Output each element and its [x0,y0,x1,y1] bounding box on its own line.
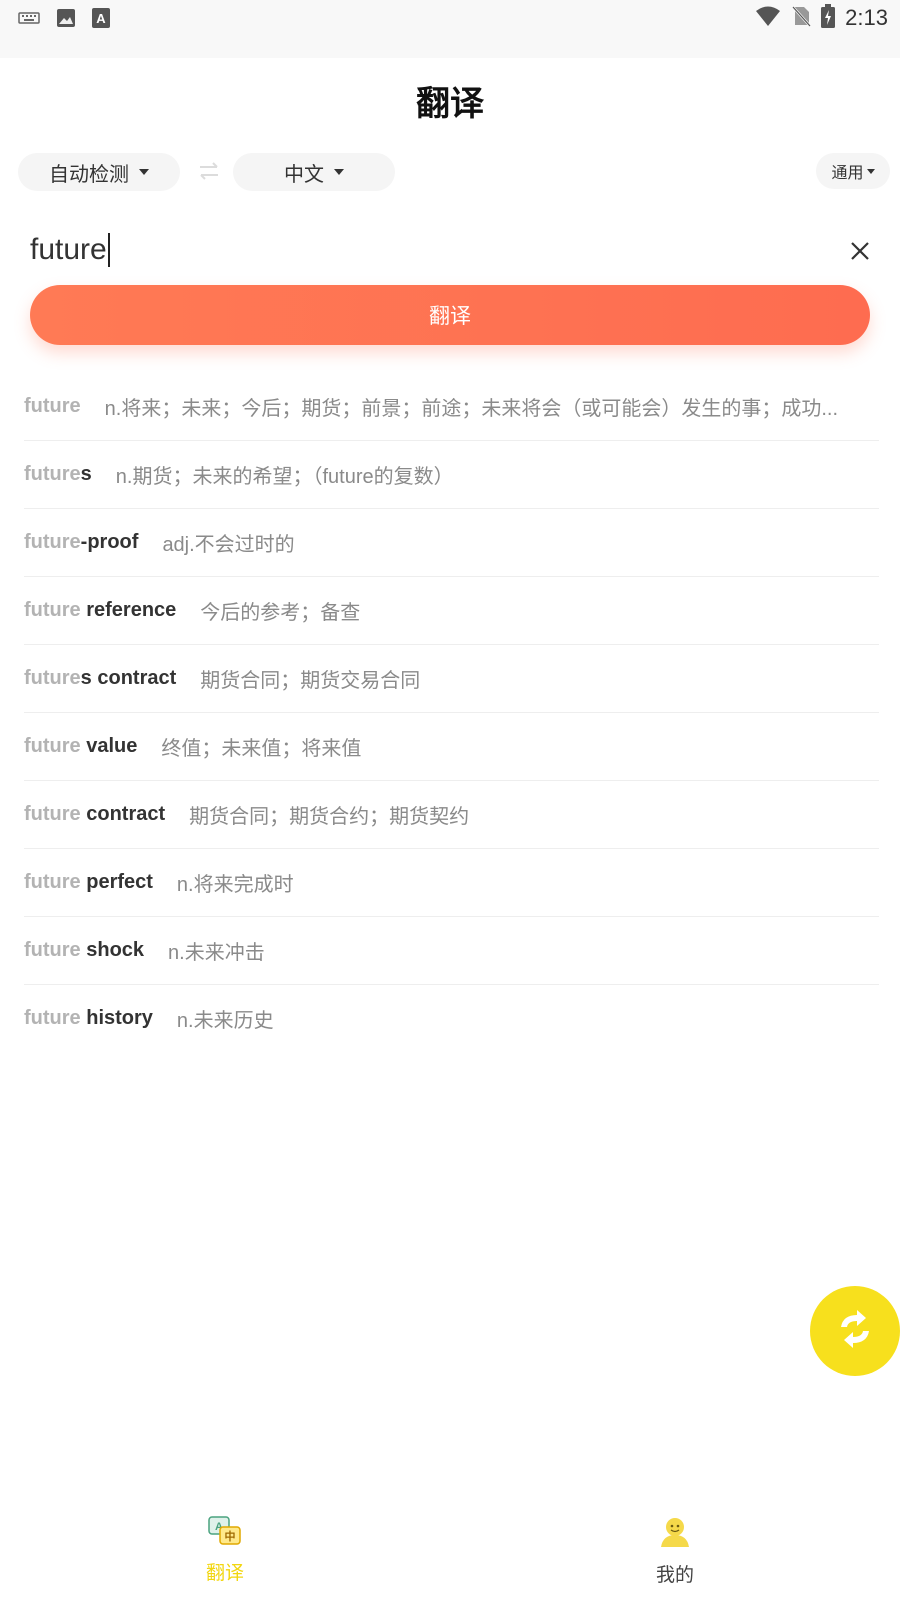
swap-arrows-icon[interactable] [196,158,222,184]
svg-text:A: A [96,11,106,26]
no-sim-icon [791,5,812,31]
image-icon [56,8,76,32]
suggestion-row[interactable]: future perfect n.将来完成时 [24,849,879,917]
mode-dropdown[interactable]: 通用 [816,153,890,189]
suggestion-rest: perfect [80,871,153,893]
suggestion-rest: shock [80,939,145,961]
suggestion-definition: n.期货；未来的希望；（future的复数） [115,466,454,488]
wifi-icon [755,5,781,31]
translate-button[interactable]: 翻译 [30,285,870,345]
suggestion-match: future [24,735,81,757]
target-language-label: 中文 [284,161,324,186]
nav-translate[interactable]: A中 翻译 [125,1500,325,1600]
bottom-navigation: A中 翻译 我的 [0,1500,900,1600]
suggestion-match: future [24,803,81,825]
suggestion-rest: s contract [80,667,177,689]
suggestion-match: future [24,1007,81,1029]
app-header: 翻译 [0,58,900,142]
suggestion-match: future [24,667,81,689]
suggestion-rest: value [80,735,138,757]
translate-input[interactable]: future [30,228,810,272]
text-cursor [107,233,110,267]
suggestion-rest: contract [80,803,166,825]
page-title: 翻译 [416,83,484,124]
suggestion-definition: n.将来完成时 [176,874,294,896]
text-a-icon: A [92,8,110,32]
suggestion-row[interactable]: future history n.未来历史 [24,985,879,1052]
suggestion-list: future n.将来；未来；今后；期货；前景；前途；未来将会（或可能会）发生的事… [24,373,879,1052]
suggestion-match: future [24,463,81,485]
source-language-label: 自动检测 [49,161,129,186]
translate-icon: A中 [208,1516,242,1550]
caret-down-icon [866,168,875,174]
nav-profile[interactable]: 我的 [575,1500,775,1600]
input-text: future [30,233,107,266]
suggestion-row[interactable]: future contract 期货合同；期货合约；期货契约 [24,781,879,849]
keyboard-icon [18,10,40,30]
system-icons: 2:13 [755,4,888,32]
suggestion-match: future [24,395,81,417]
mode-label: 通用 [831,163,864,182]
source-language-dropdown[interactable]: 自动检测 [18,153,180,191]
notification-icons: A [18,8,110,32]
suggestion-match: future [24,939,81,961]
suggestion-rest: -proof [80,531,139,553]
suggestion-row[interactable]: future reference 今后的参考；备查 [24,577,879,645]
suggestion-definition: n.将来；未来；今后；期货；前景；前途；未来将会（或可能会）发生的事；成功... [104,398,839,420]
suggestion-row[interactable]: future s n.期货；未来的希望；（future的复数） [24,441,879,509]
battery-charging-icon [821,4,836,32]
suggestion-definition: 今后的参考；备查 [200,602,361,624]
suggestion-definition: n.未来历史 [176,1010,274,1032]
caret-down-icon [334,169,344,175]
suggestion-rest: s [80,463,92,485]
suggestion-definition: 期货合同；期货合约；期货契约 [189,806,470,828]
suggestion-definition: 期货合同；期货交易合同 [200,670,421,692]
svg-text:中: 中 [225,1529,236,1543]
suggestion-rest: reference [80,599,177,621]
nav-profile-label: 我的 [655,1564,694,1586]
refresh-fab[interactable] [810,1286,900,1376]
suggestion-row[interactable]: future -proof adj.不会过时的 [24,509,879,577]
suggestion-row[interactable]: future s contract 期货合同；期货交易合同 [24,645,879,713]
status-time: 2:13 [845,5,888,30]
close-icon[interactable] [848,239,872,263]
suggestion-definition: 终值；未来值；将来值 [161,738,362,760]
suggestion-match: future [24,599,81,621]
target-language-dropdown[interactable]: 中文 [233,153,395,191]
suggestion-row[interactable]: future value 终值；未来值；将来值 [24,713,879,781]
suggestion-row[interactable]: future n.将来；未来；今后；期货；前景；前途；未来将会（或可能会）发生的事… [24,373,879,441]
nav-translate-label: 翻译 [205,1562,244,1584]
suggestion-definition: adj.不会过时的 [162,534,295,556]
refresh-icon [833,1307,877,1355]
suggestion-definition: n.未来冲击 [168,942,265,964]
suggestion-match: future [24,531,81,553]
suggestion-match: future [24,871,81,893]
caret-down-icon [139,169,149,175]
suggestion-rest: history [80,1007,153,1029]
status-bar: A 2:13 [0,0,900,58]
suggestion-row[interactable]: future shock n.未来冲击 [24,917,879,985]
profile-icon [658,1516,692,1552]
